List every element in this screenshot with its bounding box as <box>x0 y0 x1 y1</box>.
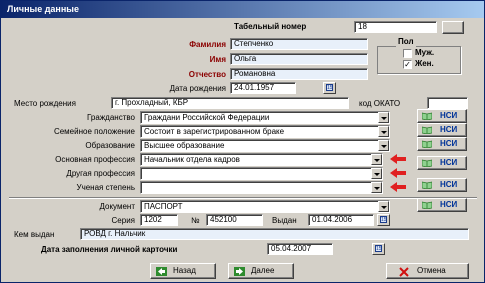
series-label: Серия <box>111 216 135 225</box>
chevron-down-icon[interactable] <box>378 126 389 137</box>
citizenship-value: Граждани Российской Федерации <box>144 113 270 122</box>
red-arrow-icon[interactable] <box>390 154 406 164</box>
personal-data-window: Личные данные Табельный номер 18 Фамилия… <box>0 0 485 283</box>
nsi-label: НСИ <box>440 200 458 209</box>
female-checkbox[interactable]: ✓ <box>403 60 412 69</box>
next-button-label: Далее <box>251 266 275 275</box>
tab-number-picker-button[interactable] <box>442 21 464 34</box>
card-date-label: Дата заполнения личной карточки <box>41 245 178 254</box>
document-nsi-button[interactable]: НСИ <box>417 198 467 212</box>
education-select[interactable]: Высшее образование <box>140 139 390 152</box>
chevron-down-icon[interactable] <box>378 140 389 151</box>
back-button-label: Назад <box>173 266 196 275</box>
issued-label: Выдан <box>272 216 297 225</box>
calendar-icon: 15 <box>380 216 387 223</box>
chevron-down-icon[interactable] <box>371 154 382 165</box>
window-title: Личные данные <box>7 4 79 14</box>
birth-place-field[interactable]: г. Прохладный, КБР <box>111 97 349 109</box>
profession-nsi-button[interactable]: НСИ <box>417 156 467 170</box>
first-name-label: Имя <box>209 55 226 64</box>
card-date-calendar-button[interactable]: 15 <box>372 243 385 255</box>
degree-label: Ученая степень <box>76 183 135 192</box>
number-field[interactable]: 452100 <box>206 214 263 226</box>
nsi-label: НСИ <box>440 125 458 134</box>
red-arrow-icon[interactable] <box>390 168 406 178</box>
marital-value: Состоит в зарегистрированном браке <box>144 127 285 136</box>
arrow-left-icon <box>156 267 167 276</box>
okato-label: код ОКАТО <box>359 99 401 108</box>
document-label: Документ <box>99 202 136 211</box>
male-label: Муж. <box>415 48 435 57</box>
chevron-down-icon[interactable] <box>378 201 389 212</box>
number-label: № <box>191 216 200 225</box>
birth-place-label: Место рождения <box>14 99 76 108</box>
document-value: ПАСПОРТ <box>144 202 183 211</box>
back-button[interactable]: Назад <box>150 263 216 279</box>
book-icon <box>422 159 432 167</box>
cancel-button-label: Отмена <box>417 266 446 275</box>
book-icon <box>422 201 432 209</box>
series-field[interactable]: 1202 <box>140 214 178 226</box>
marital-select[interactable]: Состоит в зарегистрированном браке <box>140 125 390 138</box>
gender-title: Пол <box>396 37 416 47</box>
birth-date-field[interactable]: 24.01.1957 <box>230 82 296 94</box>
patronymic-label: Отчество <box>188 70 226 79</box>
document-select[interactable]: ПАСПОРТ <box>140 200 390 213</box>
chevron-down-icon[interactable] <box>371 168 382 179</box>
separator <box>9 197 477 199</box>
issued-date-calendar-button[interactable]: 15 <box>377 214 390 226</box>
book-icon <box>422 112 432 120</box>
education-nsi-button[interactable]: НСИ <box>417 137 467 151</box>
citizenship-select[interactable]: Граждани Российской Федерации <box>140 111 390 124</box>
nsi-label: НСИ <box>440 180 458 189</box>
first-name-field[interactable]: Ольга <box>230 53 368 65</box>
education-label: Образование <box>85 141 135 150</box>
main-profession-label: Основная профессия <box>55 155 135 164</box>
arrow-right-icon <box>234 267 245 276</box>
chevron-down-icon[interactable] <box>378 112 389 123</box>
citizenship-label: Гражданство <box>87 113 135 122</box>
close-icon <box>399 267 409 277</box>
book-icon <box>422 126 432 134</box>
calendar-icon: 15 <box>375 245 382 252</box>
main-profession-select[interactable]: Начальник отдела кадров <box>140 153 383 166</box>
degree-select[interactable] <box>140 181 383 194</box>
degree-nsi-button[interactable]: НСИ <box>417 178 467 192</box>
tab-number-field[interactable]: 18 <box>354 21 437 33</box>
marital-nsi-button[interactable]: НСИ <box>417 123 467 137</box>
marital-label: Семейное положение <box>53 127 135 136</box>
nsi-label: НСИ <box>440 111 458 120</box>
male-checkbox[interactable] <box>403 49 412 58</box>
red-arrow-icon[interactable] <box>390 182 406 192</box>
education-value: Высшее образование <box>144 141 225 150</box>
birth-date-calendar-button[interactable]: 15 <box>323 82 336 94</box>
issuer-label: Кем выдан <box>14 230 55 239</box>
card-date-field[interactable]: 05.04.2007 <box>267 243 333 255</box>
female-check-mark: ✓ <box>404 60 411 69</box>
title-bar: Личные данные <box>1 1 484 18</box>
tab-number-label: Табельный номер <box>234 22 307 31</box>
cancel-button[interactable]: Отмена <box>386 263 469 279</box>
other-profession-label: Другая профессия <box>66 169 135 178</box>
okato-field[interactable] <box>427 97 468 109</box>
surname-label: Фамилия <box>189 40 226 49</box>
nsi-label: НСИ <box>440 158 458 167</box>
citizenship-nsi-button[interactable]: НСИ <box>417 109 467 123</box>
nsi-label: НСИ <box>440 139 458 148</box>
patronymic-field[interactable]: Романовна <box>230 68 368 80</box>
calendar-icon: 15 <box>326 84 333 91</box>
issuer-field[interactable]: РОВД г. Нальчик <box>80 228 469 240</box>
other-profession-select[interactable] <box>140 167 383 180</box>
female-label: Жен. <box>415 59 434 68</box>
book-icon <box>422 181 432 189</box>
book-icon <box>422 140 432 148</box>
issued-date-field[interactable]: 01.04.2006 <box>308 214 374 226</box>
chevron-down-icon[interactable] <box>371 182 382 193</box>
surname-field[interactable]: Степченко <box>230 38 368 50</box>
birth-date-label: Дата рождения <box>169 84 226 93</box>
main-profession-value: Начальник отдела кадров <box>144 155 240 164</box>
next-button[interactable]: Далее <box>228 263 294 279</box>
